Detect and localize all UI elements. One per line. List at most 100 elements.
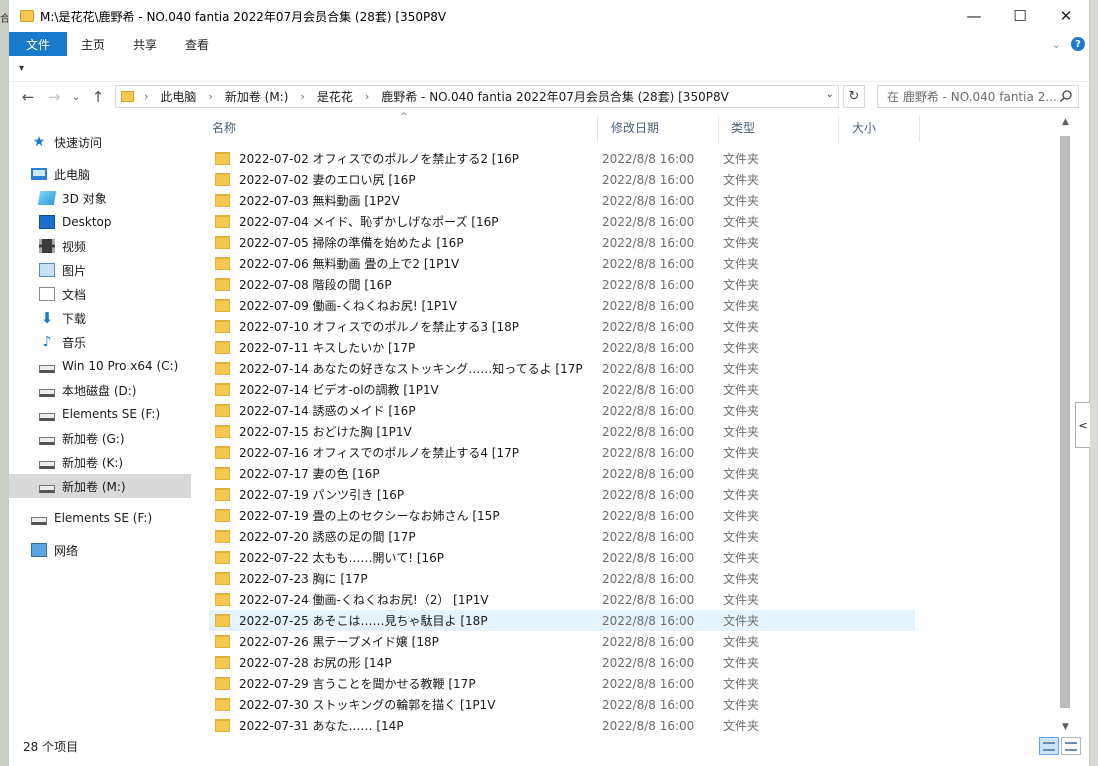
file-row[interactable]: 2022-07-06 無料動画 畳の上で2 [1P1V 2022/8/8 16:0… xyxy=(209,253,915,274)
file-row[interactable]: 2022-07-02 妻のエロい尻 [16P 2022/8/8 16:00 文件夹 xyxy=(209,169,915,190)
search-input[interactable]: 在 鹿野希 - NO.040 fantia 2... xyxy=(877,85,1079,108)
address-bar[interactable]: › 此电脑 › 新加卷 (M:) › 是花花 › 鹿野希 - NO.040 fa… xyxy=(115,85,839,108)
file-row[interactable]: 2022-07-19 畳の上のセクシーなお姉さん [15P 2022/8/8 16… xyxy=(209,505,915,526)
file-row[interactable]: 2022-07-02 オフィスでのポルノを禁止する2 [16P 2022/8/8 … xyxy=(209,148,915,169)
sidebar-item[interactable]: 本地磁盘 (D:) xyxy=(9,378,191,402)
vertical-scrollbar[interactable]: ▲ ▼ xyxy=(1057,112,1074,736)
back-button[interactable]: ← xyxy=(15,88,41,106)
file-modified: 2022/8/8 16:00 xyxy=(602,256,695,271)
chevron-right-icon[interactable]: › xyxy=(144,90,148,103)
sidebar-item[interactable]: ★ 快速访问 xyxy=(9,130,191,154)
file-row[interactable]: 2022-07-11 キスしたいか [17P 2022/8/8 16:00 文件夹 xyxy=(209,337,915,358)
file-row[interactable]: 2022-07-20 誘惑の足の間 [17P 2022/8/8 16:00 文件夹 xyxy=(209,526,915,547)
title-bar[interactable]: M:\是花花\鹿野希 - NO.040 fantia 2022年07月会员合集 … xyxy=(9,0,1089,32)
expand-ribbon-icon[interactable]: ⌄ xyxy=(1052,38,1061,51)
sidebar-item[interactable]: 视频 xyxy=(9,234,191,258)
minimize-button[interactable]: — xyxy=(951,0,997,32)
file-name: 2022-07-25 あそこは……見ちゃ駄目よ [18P xyxy=(239,614,488,628)
tab-file[interactable]: 文件 xyxy=(9,32,68,56)
explorer-window: M:\是花花\鹿野希 - NO.040 fantia 2022年07月会员合集 … xyxy=(8,0,1090,766)
folder-icon xyxy=(215,173,230,186)
breadcrumb-this-pc[interactable]: 此电脑 xyxy=(160,88,196,105)
file-row[interactable]: 2022-07-14 誘惑のメイド [16P 2022/8/8 16:00 文件夹 xyxy=(209,400,915,421)
sidebar-item[interactable]: 文档 xyxy=(9,282,191,306)
sidebar-item[interactable]: Win 10 Pro x64 (C:) xyxy=(9,354,191,378)
sidebar-item[interactable]: 3D 对象 xyxy=(9,186,191,210)
up-button[interactable]: ↑ xyxy=(85,88,111,106)
file-row[interactable]: 2022-07-29 言うことを聞かせる教鞭 [17P 2022/8/8 16:0… xyxy=(209,673,915,694)
chevron-right-icon[interactable]: › xyxy=(300,90,304,103)
file-row[interactable]: 2022-07-16 オフィスでのポルノを禁止する4 [17P 2022/8/8 … xyxy=(209,442,915,463)
sidebar-item-label: 3D 对象 xyxy=(62,191,107,206)
sidebar-item[interactable]: Elements SE (F:) xyxy=(9,506,191,530)
scroll-thumb[interactable] xyxy=(1060,136,1070,708)
sidebar-item[interactable]: ⬇ 下载 xyxy=(9,306,191,330)
file-row[interactable]: 2022-07-04 メイド、恥ずかしげなポーズ [16P 2022/8/8 16… xyxy=(209,211,915,232)
search-icon[interactable] xyxy=(1059,89,1073,103)
maximize-button[interactable]: ☐ xyxy=(997,0,1043,32)
file-row[interactable]: 2022-07-30 ストッキングの輪郭を描く [1P1V 2022/8/8 16… xyxy=(209,694,915,715)
file-modified: 2022/8/8 16:00 xyxy=(602,151,695,166)
file-row[interactable]: 2022-07-19 パンツ引き [16P 2022/8/8 16:00 文件夹 xyxy=(209,484,915,505)
file-type: 文件夹 xyxy=(723,551,760,565)
chevron-right-icon[interactable]: › xyxy=(208,90,212,103)
file-row[interactable]: 2022-07-03 無料動画 [1P2V 2022/8/8 16:00 文件夹 xyxy=(209,190,915,211)
sidebar-item[interactable]: 此电脑 xyxy=(9,162,191,186)
file-row[interactable]: 2022-07-08 階段の間 [16P 2022/8/8 16:00 文件夹 xyxy=(209,274,915,295)
address-dropdown-icon[interactable]: ⌄ xyxy=(826,89,834,100)
file-row[interactable]: 2022-07-26 黒テープメイド嬢 [18P 2022/8/8 16:00 文件… xyxy=(209,631,915,652)
file-row[interactable]: 2022-07-15 おどけた胸 [1P1V 2022/8/8 16:00 文件夹 xyxy=(209,421,915,442)
breadcrumb-current[interactable]: 鹿野希 - NO.040 fantia 2022年07月会员合集 (28套) [… xyxy=(381,88,729,105)
sidebar-item[interactable]: 新加卷 (M:) xyxy=(9,474,191,498)
file-row[interactable]: 2022-07-28 お尻の形 [14P 2022/8/8 16:00 文件夹 xyxy=(209,652,915,673)
sidebar-item[interactable]: 网络 xyxy=(9,538,191,562)
file-row[interactable]: 2022-07-24 働画-くねくねお尻!（2） [1P1V 2022/8/8 1… xyxy=(209,589,915,610)
file-type: 文件夹 xyxy=(723,656,760,670)
file-modified: 2022/8/8 16:00 xyxy=(602,193,695,208)
sidebar-item[interactable]: 图片 xyxy=(9,258,191,282)
column-size[interactable]: 大小 xyxy=(845,112,919,142)
sidebar-item[interactable]: 新加卷 (G:) xyxy=(9,426,191,450)
file-row[interactable]: 2022-07-09 働画-くねくねお尻! [1P1V 2022/8/8 16:0… xyxy=(209,295,915,316)
close-button[interactable]: ✕ xyxy=(1043,0,1089,32)
tab-share[interactable]: 共享 xyxy=(119,32,171,56)
file-row[interactable]: 2022-07-14 ビデオ-olの調教 [1P1V 2022/8/8 16:00… xyxy=(209,379,915,400)
sidebar-item[interactable]: 新加卷 (K:) xyxy=(9,450,191,474)
file-row[interactable]: 2022-07-31 あなた…… [14P 2022/8/8 16:00 文件夹 xyxy=(209,715,915,736)
details-view-button[interactable] xyxy=(1039,737,1059,755)
breadcrumb-folder[interactable]: 是花花 xyxy=(317,88,353,105)
chevron-right-icon[interactable]: › xyxy=(365,90,369,103)
preview-pane-toggle[interactable]: < xyxy=(1075,402,1090,448)
refresh-button[interactable]: ↻ xyxy=(843,85,865,108)
column-modified[interactable]: 修改日期 xyxy=(604,112,718,142)
sidebar-item[interactable]: Desktop xyxy=(9,210,191,234)
file-row[interactable]: 2022-07-22 太もも……開いて! [16P 2022/8/8 16:00 文… xyxy=(209,547,915,568)
column-divider[interactable] xyxy=(919,116,920,142)
breadcrumb-drive[interactable]: 新加卷 (M:) xyxy=(225,88,289,105)
file-modified: 2022/8/8 16:00 xyxy=(602,655,695,670)
tab-view[interactable]: 查看 xyxy=(171,32,223,56)
scroll-down-icon[interactable]: ▼ xyxy=(1057,719,1074,736)
large-icons-view-button[interactable] xyxy=(1061,737,1081,755)
column-name[interactable]: 名称 xyxy=(205,112,597,142)
tab-home[interactable]: 主页 xyxy=(67,32,119,56)
sidebar-item[interactable]: ♪ 音乐 xyxy=(9,330,191,354)
scroll-up-icon[interactable]: ▲ xyxy=(1057,114,1074,131)
search-placeholder: 在 鹿野希 - NO.040 fantia 2... xyxy=(887,90,1057,104)
file-row[interactable]: 2022-07-23 胸に [17P 2022/8/8 16:00 文件夹 xyxy=(209,568,915,589)
forward-button[interactable]: → xyxy=(41,88,67,106)
file-row[interactable]: 2022-07-05 掃除の準備を始めたよ [16P 2022/8/8 16:00… xyxy=(209,232,915,253)
recent-locations-button[interactable]: ⌄ xyxy=(67,92,85,103)
help-icon[interactable]: ? xyxy=(1071,37,1085,51)
file-row[interactable]: 2022-07-10 オフィスでのポルノを禁止する3 [18P 2022/8/8 … xyxy=(209,316,915,337)
file-row[interactable]: 2022-07-14 あなたの好きなストッキング……知ってるよ [17P 2022… xyxy=(209,358,915,379)
customize-toolbar-icon[interactable]: ▾ xyxy=(19,63,24,74)
sidebar-item[interactable]: Elements SE (F:) xyxy=(9,402,191,426)
column-divider[interactable] xyxy=(718,116,719,142)
column-divider[interactable] xyxy=(838,116,839,142)
column-type[interactable]: 类型 xyxy=(724,112,838,142)
navigation-row: ← → ⌄ ↑ › 此电脑 › 新加卷 (M:) › 是花花 › 鹿野希 - N… xyxy=(9,82,1089,112)
column-divider[interactable] xyxy=(597,116,598,142)
file-row[interactable]: 2022-07-17 妻の色 [16P 2022/8/8 16:00 文件夹 xyxy=(209,463,915,484)
file-row[interactable]: 2022-07-25 あそこは……見ちゃ駄目よ [18P 2022/8/8 16:… xyxy=(209,610,915,631)
